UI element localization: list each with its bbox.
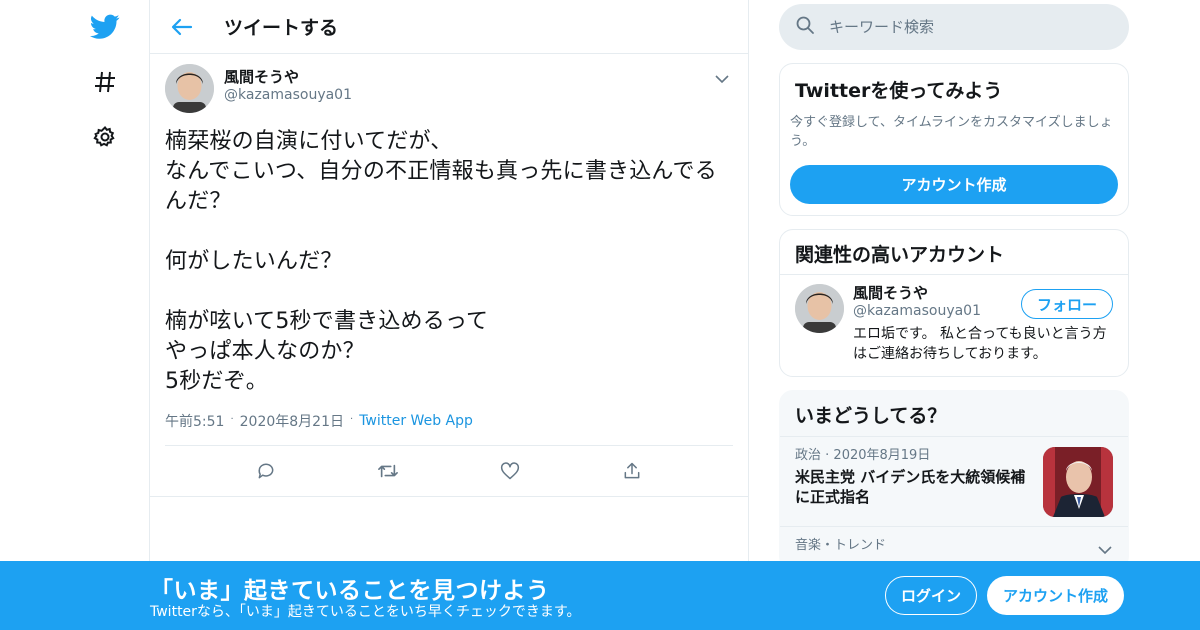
- retweet-icon[interactable]: [371, 454, 405, 488]
- arrow-left-icon[interactable]: [162, 7, 202, 47]
- trends-title: いまどうしてる？: [780, 391, 1128, 437]
- chevron-down-icon[interactable]: [711, 68, 733, 90]
- trends-card: いまどうしてる？ 政治 · 2020年8月19日 米民主党 バイデン氏を大統領候…: [779, 390, 1129, 570]
- trend-meta: 政治 · 2020年8月19日: [795, 447, 1035, 465]
- related-bio: エロ垢です。 私と合っても良いと言う方はご連絡お待ちしております。: [853, 326, 1107, 362]
- follow-button[interactable]: フォロー: [1021, 289, 1113, 319]
- signup-card: Twitterを使ってみよう 今すぐ登録して、タイムラインをカスタマイズしましょ…: [779, 63, 1129, 216]
- tweet-source-link[interactable]: Twitter Web App: [359, 413, 473, 429]
- main-header: ツイートする: [150, 0, 748, 54]
- tweet-header: 風間そうや @kazamasouya01: [165, 64, 733, 113]
- page-title: ツイートする: [224, 17, 339, 39]
- create-account-button[interactable]: アカウント作成: [987, 576, 1124, 615]
- gear-icon[interactable]: [88, 120, 122, 154]
- related-accounts-card: 関連性の高いアカウント 風間そうや @kazamasouya01 エロ垢です。 …: [779, 229, 1129, 377]
- trend-headline: 米民主党 バイデン氏を大統領候補に正式指名: [795, 468, 1026, 506]
- author-name[interactable]: 風間そうや: [224, 68, 352, 86]
- banner-title: 「いま」起きていることを見つけよう: [150, 578, 550, 604]
- tweet-text: 楠栞桜の自演に付いてだが、 なんでこいつ、自分の不正情報も真っ先に書き込んでるん…: [165, 129, 717, 394]
- trend-date: 2020年8月19日: [833, 448, 931, 463]
- like-icon[interactable]: [493, 454, 527, 488]
- author-handle[interactable]: @kazamasouya01: [224, 86, 352, 104]
- twitter-logo-icon[interactable]: [88, 10, 122, 44]
- avatar[interactable]: [795, 284, 844, 333]
- tweet-time[interactable]: 午前5:51: [165, 411, 224, 431]
- signup-banner: 「いま」起きていることを見つけよう Twitterなら、「いま」起きていることを…: [0, 561, 1200, 630]
- separator-dot: ·: [350, 413, 354, 425]
- banner-subtitle: Twitterなら、「いま」起きていることをいち早くチェックできます。: [150, 604, 581, 620]
- author: 風間そうや @kazamasouya01: [224, 68, 352, 104]
- search-input[interactable]: [829, 18, 1089, 36]
- login-button[interactable]: ログイン: [885, 576, 977, 615]
- trend-category: 政治: [795, 448, 822, 463]
- right-sidebar: Twitterを使ってみよう 今すぐ登録して、タイムラインをカスタマイズしましょ…: [779, 0, 1129, 570]
- tweet-meta: 午前5:51 · 2020年8月21日 · Twitter Web App: [165, 411, 733, 431]
- tweet-date[interactable]: 2020年8月21日: [240, 411, 344, 431]
- tweet-actions: [165, 445, 733, 495]
- tweet: 風間そうや @kazamasouya01 楠栞桜の自演に付いてだが、 なんでこい…: [150, 54, 748, 497]
- trend-text: 政治 · 2020年8月19日 米民主党 バイデン氏を大統領候補に正式指名: [795, 447, 1035, 516]
- search-icon: [795, 15, 815, 39]
- hashtag-icon[interactable]: [88, 65, 122, 99]
- trend-category: 音楽・トレンド: [795, 538, 887, 553]
- left-rail: [0, 0, 150, 630]
- reply-icon[interactable]: [249, 454, 283, 488]
- signup-title: Twitterを使ってみよう: [795, 80, 1003, 102]
- signup-description: 今すぐ登録して、タイムラインをカスタマイズしましょう。: [790, 115, 1113, 149]
- avatar[interactable]: [165, 64, 214, 113]
- chevron-down-icon[interactable]: [1098, 540, 1112, 559]
- create-account-button[interactable]: アカウント作成: [790, 165, 1118, 204]
- separator-dot: ·: [230, 413, 234, 425]
- related-title: 関連性の高いアカウント: [780, 230, 1128, 275]
- search-bar: [779, 4, 1129, 50]
- trend-item[interactable]: 政治 · 2020年8月19日 米民主党 バイデン氏を大統領候補に正式指名: [780, 437, 1128, 527]
- main-column: ツイートする 風間そうや @kazamasouya01 楠栞桜の自演に付いてだが…: [149, 0, 749, 630]
- share-icon[interactable]: [615, 454, 649, 488]
- related-account[interactable]: 風間そうや @kazamasouya01 エロ垢です。 私と合っても良いと言う方…: [780, 275, 1128, 364]
- trend-thumbnail: [1043, 447, 1113, 517]
